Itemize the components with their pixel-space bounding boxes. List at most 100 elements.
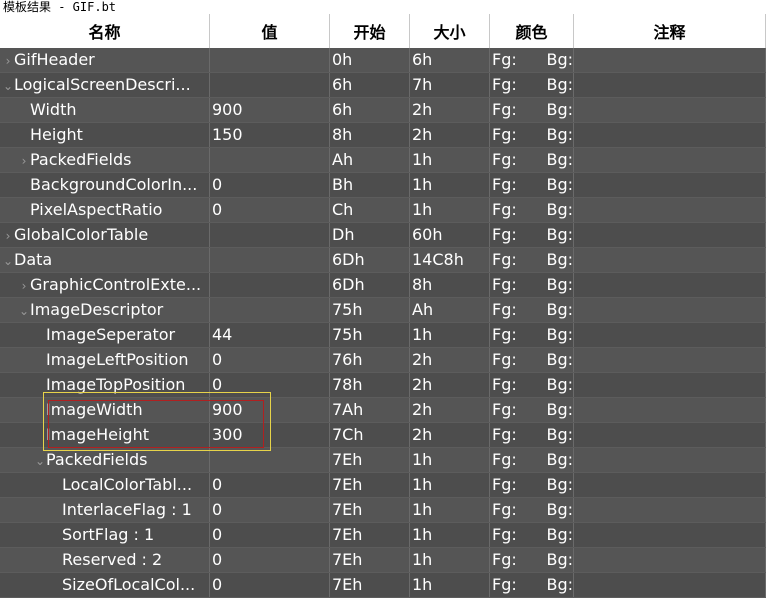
bg-label[interactable]: Bg: xyxy=(546,223,573,247)
bg-label[interactable]: Bg: xyxy=(546,448,573,472)
bg-label[interactable]: Bg: xyxy=(546,348,573,372)
cell-start: 76h xyxy=(330,348,410,372)
bg-label[interactable]: Bg: xyxy=(546,323,573,347)
fg-label[interactable]: Fg: xyxy=(492,298,546,322)
fg-label[interactable]: Fg: xyxy=(492,398,546,422)
fg-label[interactable]: Fg: xyxy=(492,123,546,147)
cell-comment xyxy=(574,573,766,597)
cell-start: 78h xyxy=(330,373,410,397)
fg-label[interactable]: Fg: xyxy=(492,98,546,122)
template-results-table: › GifHeader 0h 6h Fg: Bg: ⌄LogicalScreenDescri… xyxy=(0,48,766,598)
table-row[interactable]: ImageTopPosition 0 78h 2h Fg: Bg: xyxy=(0,373,766,398)
table-row[interactable]: ⌄ImageDescriptor 75h Ah Fg: Bg: xyxy=(0,298,766,323)
cell-comment xyxy=(574,148,766,172)
cell-start: 75h xyxy=(330,323,410,347)
fg-label[interactable]: Fg: xyxy=(492,223,546,247)
collapsed-chevron-icon[interactable]: › xyxy=(18,274,30,297)
bg-label[interactable]: Bg: xyxy=(546,398,573,422)
cell-color: Fg: Bg: xyxy=(490,573,574,597)
fg-label[interactable]: Fg: xyxy=(492,548,546,572)
table-row[interactable]: Width 900 6h 2h Fg: Bg: xyxy=(0,98,766,123)
fg-label[interactable]: Fg: xyxy=(492,273,546,297)
table-row[interactable]: ⌄LogicalScreenDescri... 6h 7h Fg: Bg: xyxy=(0,73,766,98)
bg-label[interactable]: Bg: xyxy=(546,498,573,522)
fg-label[interactable]: Fg: xyxy=(492,198,546,222)
table-row[interactable]: PixelAspectRatio 0 Ch 1h Fg: Bg: xyxy=(0,198,766,223)
table-row[interactable]: SortFlag : 1 0 7Eh 1h Fg: Bg: xyxy=(0,523,766,548)
table-row[interactable]: ImageLeftPosition 0 76h 2h Fg: Bg: xyxy=(0,348,766,373)
table-row[interactable]: › PackedFields Ah 1h Fg: Bg: xyxy=(0,148,766,173)
fg-label[interactable]: Fg: xyxy=(492,448,546,472)
expanded-chevron-icon[interactable]: ⌄ xyxy=(2,249,14,272)
fg-label[interactable]: Fg: xyxy=(492,323,546,347)
column-header-size[interactable]: 大小 xyxy=(410,14,490,48)
bg-label[interactable]: Bg: xyxy=(546,148,573,172)
fg-label[interactable]: Fg: xyxy=(492,373,546,397)
bg-label[interactable]: Bg: xyxy=(546,298,573,322)
fg-label[interactable]: Fg: xyxy=(492,173,546,197)
bg-label[interactable]: Bg: xyxy=(546,548,573,572)
cell-value: 0 xyxy=(210,348,330,372)
table-row[interactable]: ⌄Data 6Dh 14C8h Fg: Bg: xyxy=(0,248,766,273)
bg-label[interactable]: Bg: xyxy=(546,573,573,597)
table-row[interactable]: ⌄PackedFields 7Eh 1h Fg: Bg: xyxy=(0,448,766,473)
cell-size: 2h xyxy=(410,123,490,147)
bg-label[interactable]: Bg: xyxy=(546,423,573,447)
cell-size: 6h xyxy=(410,48,490,72)
collapsed-chevron-icon[interactable]: › xyxy=(2,49,14,72)
table-row[interactable]: SizeOfLocalCol... 0 7Eh 1h Fg: Bg: xyxy=(0,573,766,598)
fg-label[interactable]: Fg: xyxy=(492,148,546,172)
table-row[interactable]: Height 150 8h 2h Fg: Bg: xyxy=(0,123,766,148)
cell-value: 300 xyxy=(210,423,330,447)
column-header-name[interactable]: 名称 xyxy=(0,14,210,48)
bg-label[interactable]: Bg: xyxy=(546,73,573,97)
bg-label[interactable]: Bg: xyxy=(546,173,573,197)
table-row[interactable]: › GraphicControlExte... 6Dh 8h Fg: Bg: xyxy=(0,273,766,298)
cell-comment xyxy=(574,498,766,522)
bg-label[interactable]: Bg: xyxy=(546,123,573,147)
fg-label[interactable]: Fg: xyxy=(492,248,546,272)
table-row[interactable]: ImageWidth 900 7Ah 2h Fg: Bg: xyxy=(0,398,766,423)
fg-label[interactable]: Fg: xyxy=(492,523,546,547)
table-row[interactable]: › GlobalColorTable Dh 60h Fg: Bg: xyxy=(0,223,766,248)
table-row[interactable]: › GifHeader 0h 6h Fg: Bg: xyxy=(0,48,766,73)
row-name-label: GlobalColorTable xyxy=(14,225,149,244)
bg-label[interactable]: Bg: xyxy=(546,98,573,122)
fg-label[interactable]: Fg: xyxy=(492,498,546,522)
column-header-start[interactable]: 开始 xyxy=(330,14,410,48)
table-row[interactable]: LocalColorTabl... 0 7Eh 1h Fg: Bg: xyxy=(0,473,766,498)
bg-label[interactable]: Bg: xyxy=(546,198,573,222)
bg-label[interactable]: Bg: xyxy=(546,473,573,497)
table-row[interactable]: Reserved : 2 0 7Eh 1h Fg: Bg: xyxy=(0,548,766,573)
expanded-chevron-icon[interactable]: ⌄ xyxy=(18,299,30,322)
fg-label[interactable]: Fg: xyxy=(492,473,546,497)
table-row[interactable]: BackgroundColorIn... 0 Bh 1h Fg: Bg: xyxy=(0,173,766,198)
fg-label[interactable]: Fg: xyxy=(492,423,546,447)
row-name-label: GraphicControlExte... xyxy=(30,275,202,294)
bg-label[interactable]: Bg: xyxy=(546,248,573,272)
column-header-comment[interactable]: 注释 xyxy=(574,14,766,48)
collapsed-chevron-icon[interactable]: › xyxy=(18,149,30,172)
cell-start: 7Eh xyxy=(330,448,410,472)
table-row[interactable]: InterlaceFlag : 1 0 7Eh 1h Fg: Bg: xyxy=(0,498,766,523)
bg-label[interactable]: Bg: xyxy=(546,523,573,547)
fg-label[interactable]: Fg: xyxy=(492,348,546,372)
expanded-chevron-icon[interactable]: ⌄ xyxy=(2,74,14,97)
column-header-color[interactable]: 颜色 xyxy=(490,14,574,48)
bg-label[interactable]: Bg: xyxy=(546,373,573,397)
cell-comment xyxy=(574,423,766,447)
cell-value: 0 xyxy=(210,173,330,197)
cell-value xyxy=(210,273,330,297)
bg-label[interactable]: Bg: xyxy=(546,48,573,72)
fg-label[interactable]: Fg: xyxy=(492,573,546,597)
expanded-chevron-icon[interactable]: ⌄ xyxy=(34,449,46,472)
table-row[interactable]: ImageHeight 300 7Ch 2h Fg: Bg: xyxy=(0,423,766,448)
bg-label[interactable]: Bg: xyxy=(546,273,573,297)
table-row[interactable]: ImageSeperator 44 75h 1h Fg: Bg: xyxy=(0,323,766,348)
cell-size: 2h xyxy=(410,423,490,447)
fg-label[interactable]: Fg: xyxy=(492,48,546,72)
fg-label[interactable]: Fg: xyxy=(492,73,546,97)
column-header-value[interactable]: 值 xyxy=(210,14,330,48)
collapsed-chevron-icon[interactable]: › xyxy=(2,224,14,247)
cell-color: Fg: Bg: xyxy=(490,523,574,547)
